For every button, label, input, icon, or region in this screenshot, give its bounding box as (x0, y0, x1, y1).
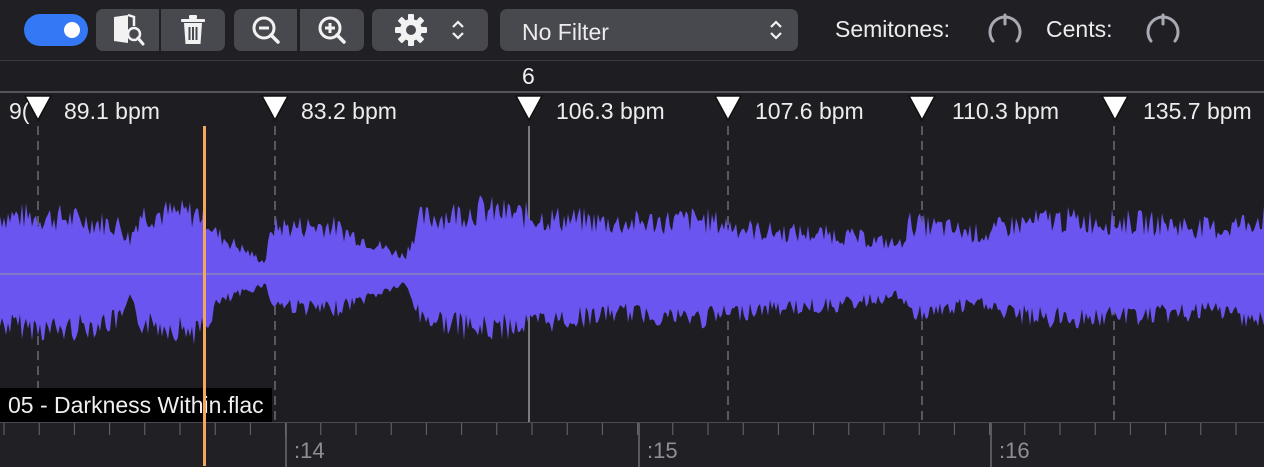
bar-ruler: 6 (0, 61, 1264, 91)
zoom-in-icon (317, 15, 347, 45)
ruler-ticks (3, 423, 1237, 467)
tempo-marker-icon[interactable] (907, 94, 937, 126)
trash-icon (179, 14, 207, 46)
bpm-marker-row: 9( 89.1 bpm 83.2 bpm 106.3 bpm 107.6 bpm… (0, 93, 1264, 127)
tempo-marker-icon[interactable] (713, 94, 743, 126)
waveform-view[interactable] (0, 126, 1264, 422)
time-label: :16 (999, 438, 1030, 463)
bpm-label: 135.7 bpm (1143, 98, 1252, 124)
browse-button[interactable] (96, 9, 159, 51)
waveform-shape (0, 195, 1264, 345)
delete-button[interactable] (161, 9, 225, 51)
time-label: :14 (294, 438, 325, 463)
filter-value: No Filter (522, 19, 609, 45)
folder-search-icon (110, 13, 146, 47)
toggle-knob (64, 22, 80, 38)
settings-menu-button[interactable] (372, 9, 488, 51)
zoom-in-button[interactable] (300, 9, 364, 51)
tempo-marker-icon[interactable] (260, 94, 290, 126)
toolbar: No Filter Semitones: Cents: (0, 0, 1264, 61)
chevron-updown-icon (450, 18, 466, 42)
tempo-marker-icon[interactable] (1100, 94, 1130, 126)
tempo-marker-icon[interactable] (514, 94, 544, 126)
time-ruler[interactable]: :14 :15 :16 (0, 422, 1264, 467)
zoom-out-button[interactable] (234, 9, 297, 51)
playhead[interactable] (203, 126, 206, 466)
semitones-knob[interactable] (985, 11, 1025, 52)
semitones-label: Semitones: (835, 16, 951, 42)
track-file-name: 05 - Darkness Within.flac (0, 388, 272, 424)
tempo-marker-icon[interactable] (23, 94, 53, 126)
cents-label: Cents: (1046, 16, 1113, 42)
filter-select[interactable]: No Filter (500, 9, 798, 51)
time-label: :15 (647, 438, 678, 463)
waveform (0, 126, 1264, 422)
bpm-label: 106.3 bpm (556, 98, 665, 124)
bar-number: 6 (522, 63, 535, 89)
chevron-updown-icon (768, 18, 784, 47)
zoom-out-icon (251, 15, 281, 45)
bpm-label: 89.1 bpm (64, 98, 160, 124)
enable-toggle[interactable] (24, 14, 88, 46)
gear-icon (394, 13, 428, 47)
bpm-label: 107.6 bpm (755, 98, 864, 124)
bpm-label: 110.3 bpm (952, 98, 1059, 124)
cents-knob[interactable] (1143, 11, 1183, 52)
bpm-label: 83.2 bpm (301, 98, 397, 124)
